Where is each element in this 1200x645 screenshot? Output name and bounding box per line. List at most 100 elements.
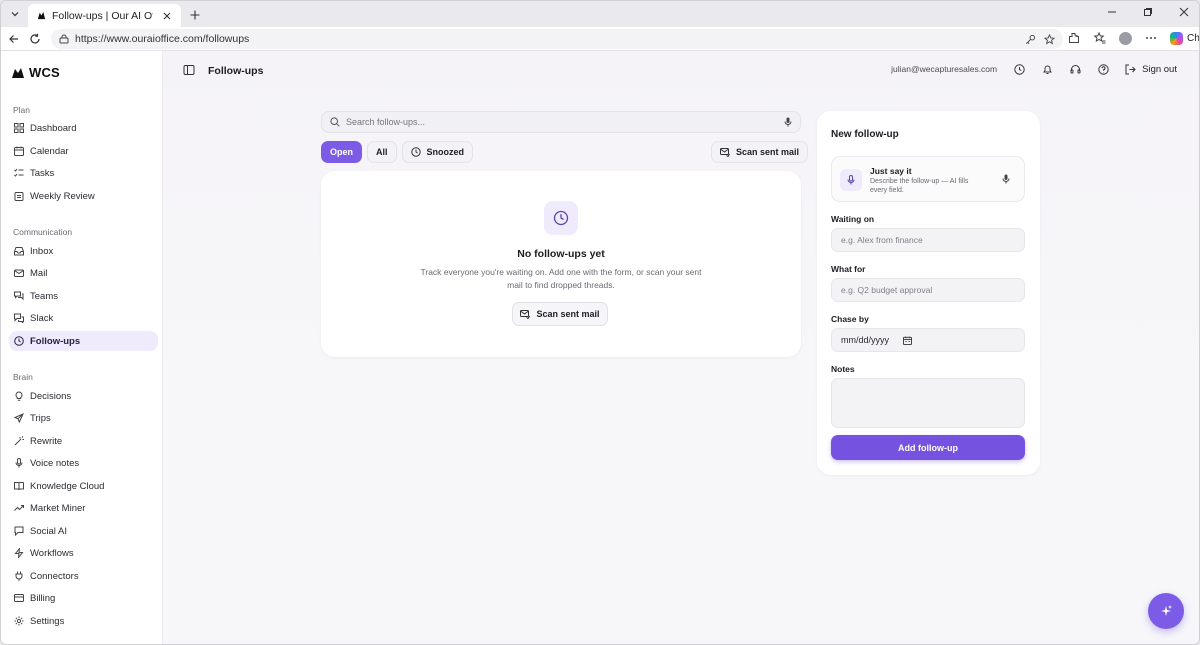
record-mic-icon[interactable] bbox=[1002, 174, 1012, 186]
back-icon[interactable] bbox=[6, 31, 22, 47]
calendar-icon bbox=[13, 146, 24, 157]
new-tab-icon[interactable] bbox=[187, 7, 203, 23]
sidebar-item-settings[interactable]: Settings bbox=[9, 611, 158, 631]
sidebar-item-teams[interactable]: Teams bbox=[9, 286, 158, 306]
filter-snoozed[interactable]: Snoozed bbox=[401, 141, 474, 163]
section-label-communication: Communication bbox=[13, 227, 73, 237]
sidebar-item-label: Voice notes bbox=[30, 457, 80, 469]
filter-tabs: Open All Snoozed bbox=[321, 141, 474, 163]
empty-state-card: No follow-ups yet Track everyone you're … bbox=[321, 171, 801, 357]
browser-tab[interactable]: Follow-ups | Our AI Office bbox=[28, 4, 181, 27]
headset-icon[interactable] bbox=[1069, 63, 1081, 75]
close-window-icon[interactable] bbox=[1177, 5, 1191, 19]
extensions-icon[interactable] bbox=[1067, 31, 1081, 45]
sidebar-item-social-ai[interactable]: Social AI bbox=[9, 521, 158, 541]
clock-icon bbox=[410, 147, 421, 157]
refresh-icon[interactable] bbox=[27, 31, 43, 47]
close-tab-icon[interactable] bbox=[159, 8, 175, 24]
key-icon[interactable] bbox=[1025, 34, 1036, 45]
sidebar-item-label: Billing bbox=[30, 592, 56, 604]
profile-avatar[interactable] bbox=[1119, 31, 1132, 45]
just-say-it-title: Just say it bbox=[870, 166, 912, 176]
notes-label: Notes bbox=[831, 364, 855, 374]
history-clock-icon[interactable] bbox=[1013, 63, 1025, 75]
page-title: Follow-ups bbox=[208, 65, 264, 77]
sidebar-item-label: Follow-ups bbox=[30, 335, 81, 347]
sidebar-item-billing[interactable]: Billing bbox=[9, 588, 158, 608]
sidebar-item-trips[interactable]: Trips bbox=[9, 408, 158, 428]
sidebar-item-market-miner[interactable]: Market Miner bbox=[9, 498, 158, 518]
tab-actions-menu-icon[interactable] bbox=[4, 3, 26, 25]
chat-label: Chat bbox=[1187, 32, 1200, 44]
tab-title: Follow-ups | Our AI Office bbox=[52, 9, 153, 22]
sidebar-item-weekly-review[interactable]: Weekly Review bbox=[9, 186, 158, 206]
favorites-icon[interactable] bbox=[1093, 31, 1107, 45]
chat-bubbles-icon bbox=[13, 291, 24, 302]
sidebar-item-tasks[interactable]: Tasks bbox=[9, 163, 158, 183]
add-follow-up-button[interactable]: Add follow-up bbox=[831, 435, 1025, 460]
waiting-on-field-wrap bbox=[831, 228, 1025, 252]
hash-icon bbox=[13, 313, 24, 324]
sidebar: WCS Plan Dashboard Calendar Tasks Weekly… bbox=[1, 51, 163, 644]
sidebar-item-mail[interactable]: Mail bbox=[9, 263, 158, 283]
sparkle-icon bbox=[1161, 605, 1172, 616]
sidebar-item-label: Slack bbox=[30, 312, 54, 324]
url-text: https://www.ouraioffice.com/followups bbox=[75, 33, 250, 45]
grid-icon bbox=[13, 123, 24, 134]
restore-icon[interactable] bbox=[1141, 5, 1155, 19]
help-icon[interactable] bbox=[1097, 63, 1109, 75]
sidebar-item-label: Rewrite bbox=[30, 435, 63, 447]
what-for-label: What for bbox=[831, 264, 866, 274]
section-label-brain: Brain bbox=[13, 372, 33, 382]
section-label-plan: Plan bbox=[13, 105, 31, 115]
search-input[interactable] bbox=[346, 117, 778, 127]
sidebar-item-slack[interactable]: Slack bbox=[9, 308, 158, 328]
sidebar-item-dashboard[interactable]: Dashboard bbox=[9, 118, 158, 138]
gear-icon bbox=[13, 616, 24, 627]
clipboard-icon bbox=[13, 191, 24, 202]
calendar-icon[interactable] bbox=[903, 335, 913, 345]
just-say-it-description: Describe the follow-up — AI fills every … bbox=[870, 178, 969, 194]
filter-open[interactable]: Open bbox=[321, 141, 363, 163]
site-info-icon[interactable] bbox=[59, 34, 69, 44]
chase-by-value: mm/dd/yyyy bbox=[841, 335, 890, 345]
minimize-icon[interactable] bbox=[1105, 5, 1119, 19]
header-actions: julian@wecapturesales.com Sign out bbox=[891, 63, 1177, 75]
scan-sent-mail-button[interactable]: Scan sent mail bbox=[512, 302, 608, 326]
more-options-icon[interactable] bbox=[1144, 31, 1158, 45]
browser-window: Follow-ups | Our AI Office https://www.o… bbox=[0, 0, 1200, 645]
sidebar-item-calendar[interactable]: Calendar bbox=[9, 141, 158, 161]
sidebar-item-label: Dashboard bbox=[30, 122, 77, 134]
main-content: Follow-ups julian@wecapturesales.com Sig… bbox=[163, 51, 1199, 644]
notes-textarea[interactable] bbox=[831, 378, 1025, 428]
filter-all[interactable]: All bbox=[367, 141, 397, 163]
what-for-input[interactable] bbox=[841, 285, 1015, 295]
sidebar-item-knowledge-cloud[interactable]: Knowledge Cloud bbox=[9, 476, 158, 496]
sidebar-item-follow-ups[interactable]: Follow-ups bbox=[9, 331, 158, 351]
sidebar-item-decisions[interactable]: Decisions bbox=[9, 386, 158, 406]
sparkle-chat-icon bbox=[13, 526, 24, 537]
brand-logo[interactable]: WCS bbox=[11, 65, 60, 80]
lightbulb-icon bbox=[13, 391, 24, 402]
copilot-chat-button[interactable]: Chat bbox=[1170, 31, 1200, 45]
chase-by-date-input[interactable]: mm/dd/yyyy bbox=[831, 328, 1025, 352]
url-field[interactable]: https://www.ouraioffice.com/followups bbox=[51, 29, 1063, 49]
sidebar-toggle-icon[interactable] bbox=[183, 64, 196, 77]
ai-assistant-fab[interactable] bbox=[1148, 593, 1184, 629]
mic-icon[interactable] bbox=[784, 117, 792, 127]
just-say-it-box[interactable]: Just say it Describe the follow-up — AI … bbox=[831, 156, 1025, 202]
scan-sent-mail-button-top[interactable]: Scan sent mail bbox=[711, 141, 809, 163]
favorite-star-icon[interactable] bbox=[1044, 33, 1055, 45]
site-favicon-icon bbox=[37, 11, 46, 20]
search-bar bbox=[321, 111, 801, 133]
bell-icon[interactable] bbox=[1041, 63, 1053, 75]
sidebar-item-connectors[interactable]: Connectors bbox=[9, 566, 158, 586]
sidebar-item-voice-notes[interactable]: Voice notes bbox=[9, 453, 158, 473]
sidebar-item-label: Trips bbox=[30, 412, 51, 424]
mail-icon bbox=[13, 268, 24, 279]
sidebar-item-inbox[interactable]: Inbox bbox=[9, 241, 158, 261]
sidebar-item-workflows[interactable]: Workflows bbox=[9, 543, 158, 563]
sign-out-button[interactable]: Sign out bbox=[1125, 64, 1177, 75]
sidebar-item-rewrite[interactable]: Rewrite bbox=[9, 431, 158, 451]
waiting-on-input[interactable] bbox=[841, 235, 1015, 245]
